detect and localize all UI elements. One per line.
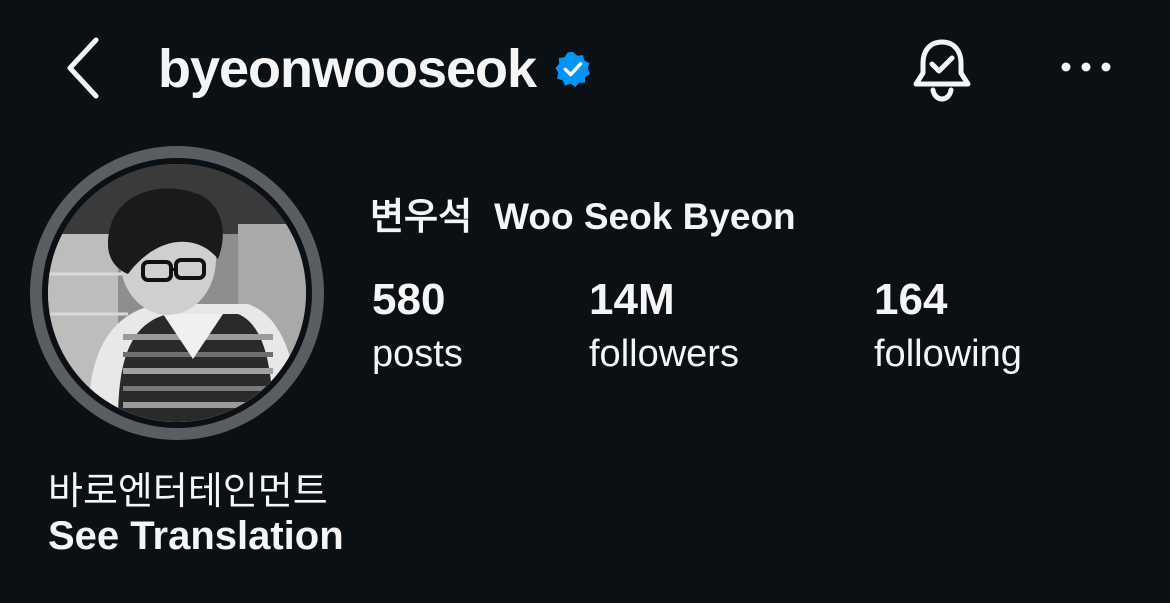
followers-label: followers [589,333,739,375]
more-horizontal-icon [1061,62,1111,72]
avatar-gap [42,158,312,428]
following-count: 164 [874,275,948,324]
chevron-left-icon [67,37,99,99]
posts-stat[interactable]: 580 posts [372,276,463,378]
full-name: 변우석 Woo Seok Byeon [370,186,796,240]
notifications-button[interactable] [908,36,976,104]
back-button[interactable] [56,32,112,102]
following-stat[interactable]: 164 following [874,276,1022,378]
username: byeonwooseok [158,39,537,99]
profile-photo [48,164,306,422]
avatar[interactable] [30,146,324,440]
verified-badge-icon [555,51,591,88]
more-options-button[interactable] [1056,52,1116,82]
bell-check-icon [913,39,971,102]
posts-label: posts [372,333,463,375]
see-translation-link[interactable]: See Translation [48,514,344,559]
full-name-korean: 변우석 [370,196,473,237]
username-row: byeonwooseok [158,34,592,104]
followers-stat[interactable]: 14M followers [589,276,739,378]
bio-text: 바로엔터테인먼트 [48,471,328,513]
following-label: following [874,333,1022,375]
full-name-english: Woo Seok Byeon [494,196,796,237]
posts-count: 580 [372,275,446,324]
profile-header: byeonwooseok [0,0,1170,140]
followers-count: 14M [589,275,675,324]
